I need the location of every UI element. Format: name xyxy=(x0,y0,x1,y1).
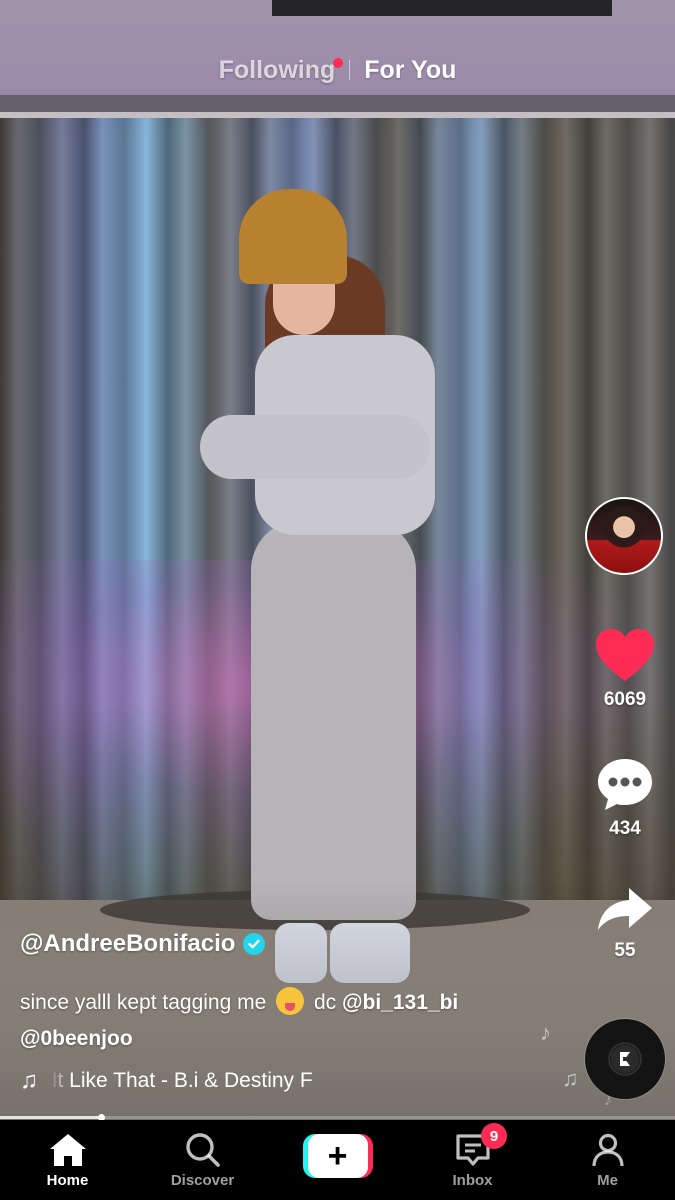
nav-discover-label: Discover xyxy=(170,1172,235,1189)
caption-mention-bi[interactable]: @bi_131_bi xyxy=(342,991,458,1014)
caption-text: since yalll kept tagging me xyxy=(20,991,267,1014)
tab-for-you[interactable]: For You xyxy=(350,56,470,85)
nav-home-label: Home xyxy=(46,1172,89,1189)
tab-following[interactable]: Following xyxy=(205,56,350,85)
like-count: 6069 xyxy=(603,689,647,710)
profile-person-icon xyxy=(590,1132,626,1168)
nav-home[interactable]: Home xyxy=(0,1120,135,1200)
nav-discover[interactable]: Discover xyxy=(135,1120,270,1200)
verified-badge-icon xyxy=(243,933,266,955)
inbox-notification-badge: 9 xyxy=(481,1123,507,1149)
tiktok-feed-screen: Following For You 6069 434 55 @AndreeBon… xyxy=(0,0,675,1200)
dancer-arms xyxy=(200,415,430,479)
tab-following-label: Following xyxy=(218,55,336,84)
music-disc[interactable] xyxy=(585,1019,665,1099)
share-button[interactable]: 55 xyxy=(588,884,662,962)
share-arrow-icon xyxy=(598,888,652,930)
nav-me-label: Me xyxy=(597,1172,618,1189)
floating-music-note-icon: ♪ xyxy=(540,1020,551,1045)
nav-inbox[interactable]: 9 Inbox xyxy=(405,1120,540,1200)
video-caption: since yalll kept tagging me dc @bi_131_b… xyxy=(20,985,560,1057)
music-note-icon: ♫ xyxy=(20,1067,38,1094)
squinting-tongue-emoji-icon xyxy=(276,987,305,1015)
music-info[interactable]: ♫ t It Like That - B.i & Destiny F xyxy=(20,1066,365,1096)
home-icon xyxy=(48,1132,88,1168)
create-video-button[interactable]: + xyxy=(302,1134,373,1178)
caption-dc: dc xyxy=(314,991,337,1014)
search-icon xyxy=(184,1132,222,1168)
new-content-dot xyxy=(333,57,344,68)
creator-username[interactable]: @AndreeBonifacio xyxy=(20,930,266,958)
bottom-navigation: Home Discover + 9 Inbox Me xyxy=(0,1120,675,1200)
nav-create[interactable]: + xyxy=(270,1120,405,1200)
sound-cover-icon xyxy=(611,1045,639,1073)
playback-progress-fill xyxy=(0,1116,102,1119)
heart-icon xyxy=(596,629,654,681)
music-title-marquee: t It Like That - B.i & Destiny F xyxy=(50,1069,350,1093)
nav-inbox-label: Inbox xyxy=(452,1172,493,1189)
music-title-text: t It Like That - B.i & Destiny F xyxy=(50,1069,313,1092)
dancer-beanie xyxy=(239,189,347,284)
share-count: 55 xyxy=(614,940,636,961)
playback-progress-bar[interactable] xyxy=(0,1114,675,1121)
tab-for-you-label: For You xyxy=(364,55,457,84)
creator-avatar[interactable] xyxy=(585,497,663,575)
like-button[interactable]: 6069 xyxy=(588,627,662,711)
feed-tabs: Following For You xyxy=(0,48,675,92)
video-dancer xyxy=(195,185,455,995)
dancer-pants xyxy=(251,520,416,920)
comment-count: 434 xyxy=(609,818,641,839)
caption-mention-beenjoo[interactable]: @0beenjoo xyxy=(20,1027,133,1050)
floating-music-note-icon: ♫ xyxy=(562,1066,579,1091)
comment-button[interactable]: 434 xyxy=(588,756,662,840)
nav-me[interactable]: Me xyxy=(540,1120,675,1200)
comment-bubble-icon xyxy=(598,759,652,810)
creator-username-text: @AndreeBonifacio xyxy=(20,930,236,957)
plus-icon: + xyxy=(307,1134,368,1178)
